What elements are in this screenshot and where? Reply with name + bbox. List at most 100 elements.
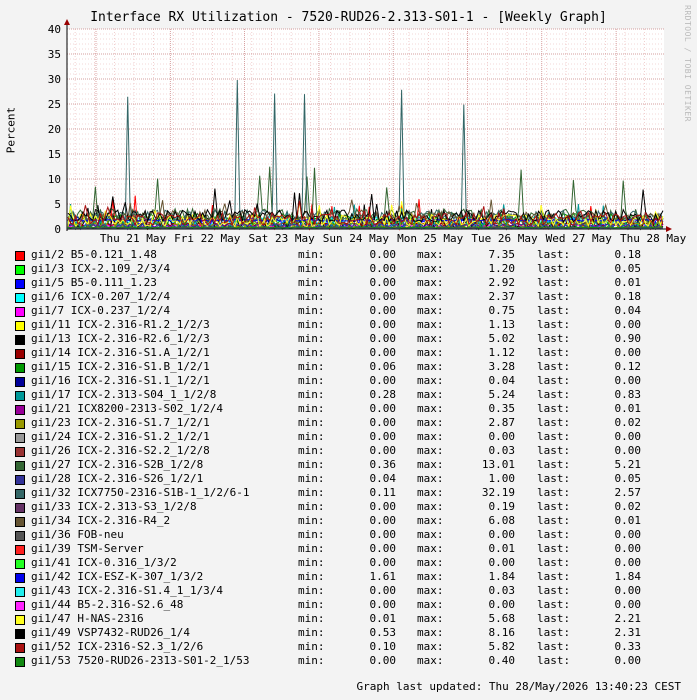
- legend-swatch: [15, 629, 25, 639]
- legend-series-name: gi1/15 ICX-2.316-S1.B_1/2/1: [31, 360, 210, 373]
- legend-row: gi1/53 7520-RUD26-2313-S01-2_1/53 min: 0.0…: [0, 654, 697, 668]
- legend-min-label: min:: [298, 416, 325, 429]
- legend-series-name: gi1/23 ICX-2.316-S1.7_1/2/1: [31, 416, 210, 429]
- legend-max-label: max:: [417, 514, 444, 527]
- legend-swatch: [15, 573, 25, 583]
- legend-min-value: 0.10: [369, 640, 397, 653]
- legend-series-name: gi1/6 ICX-0.207_1/2/4: [31, 290, 171, 303]
- legend-min-label: min:: [298, 346, 325, 359]
- legend-last-value: 0.01: [614, 276, 642, 289]
- legend-series-name: gi1/14 ICX-2.316-S1.A_1/2/1: [31, 346, 210, 359]
- legend-min-value: 0.00: [369, 584, 397, 597]
- legend-series-name: gi1/16 ICX-2.316-S1.1_1/2/1: [31, 374, 210, 387]
- legend-row: gi1/5 B5-0.111_1.23 min: 0.00 max: 2.92 last:…: [0, 276, 697, 290]
- legend-max-label: max:: [417, 612, 444, 625]
- legend-last-label: last:: [537, 332, 571, 345]
- legend-swatch: [15, 279, 25, 289]
- legend-min-label: min:: [298, 262, 325, 275]
- legend-min-label: min:: [298, 332, 325, 345]
- legend-min-label: min:: [298, 360, 325, 373]
- legend-swatch: [15, 657, 25, 667]
- legend-last-value: 0.01: [614, 402, 642, 415]
- legend-max-value: 8.16: [488, 626, 516, 639]
- rrdtool-watermark-box: RRDTOOL / TOBI OETIKER: [678, 5, 692, 125]
- legend-min-label: min:: [298, 528, 325, 541]
- legend-row: gi1/2 B5-0.121_1.48 min: 0.00 max: 7.35 last:…: [0, 248, 697, 262]
- x-tick-label: Tue 26 May: [471, 232, 538, 245]
- y-tick-label: 10: [48, 173, 61, 186]
- legend-swatch: [15, 559, 25, 569]
- legend-last-label: last:: [537, 598, 571, 611]
- legend-swatch: [15, 307, 25, 317]
- legend-last-label: last:: [537, 514, 571, 527]
- legend-last-label: last:: [537, 584, 571, 597]
- legend-swatch: [15, 531, 25, 541]
- legend-last-value: 0.00: [614, 654, 642, 667]
- legend-min-value: 0.00: [369, 304, 397, 317]
- legend-series-name: gi1/21 ICX8200-2313-S02_1/2/4: [31, 402, 224, 415]
- legend-swatch: [15, 335, 25, 345]
- legend-min-value: 0.00: [369, 514, 397, 527]
- legend-max-label: max:: [417, 262, 444, 275]
- legend-series-name: gi1/43 ICX-2.316-S1.4_1_1/3/4: [31, 584, 224, 597]
- legend-min-value: 0.53: [369, 626, 397, 639]
- legend-max-label: max:: [417, 318, 444, 331]
- legend-min-label: min:: [298, 626, 325, 639]
- legend-min-label: min:: [298, 612, 325, 625]
- legend-series-name: gi1/24 ICX-2.316-S1.2_1/2/1: [31, 430, 210, 443]
- legend-min-value: 0.00: [369, 654, 397, 667]
- legend-row: gi1/23 ICX-2.316-S1.7_1/2/1 min: 0.00 max: 2…: [0, 416, 697, 430]
- legend-last-label: last:: [537, 374, 571, 387]
- legend-series-name: gi1/2 B5-0.121_1.48: [31, 248, 157, 261]
- y-tick-label: 35: [48, 48, 61, 61]
- x-tick-label: Thu 28 May: [620, 232, 687, 245]
- legend-min-label: min:: [298, 500, 325, 513]
- legend-row: gi1/42 ICX-ESZ-K-307_1/3/2 min: 1.61 max: 1.…: [0, 570, 697, 584]
- legend-max-label: max:: [417, 360, 444, 373]
- legend-row: gi1/13 ICX-2.316-R2.6_1/2/3 min: 0.00 max: 5…: [0, 332, 697, 346]
- rrdtool-watermark: RRDTOOL / TOBI OETIKER: [683, 5, 692, 122]
- legend-row: gi1/43 ICX-2.316-S1.4_1_1/3/4 min: 0.00 max…: [0, 584, 697, 598]
- legend-max-label: max:: [417, 626, 444, 639]
- legend-last-label: last:: [537, 458, 571, 471]
- legend-min-value: 0.00: [369, 248, 397, 261]
- legend-max-label: max:: [417, 304, 444, 317]
- legend-min-label: min:: [298, 542, 325, 555]
- legend-series-name: gi1/3 ICX-2.109_2/3/4: [31, 262, 171, 275]
- legend-last-value: 0.02: [614, 416, 642, 429]
- legend-max-value: 0.35: [488, 402, 516, 415]
- legend-row: gi1/14 ICX-2.316-S1.A_1/2/1 min: 0.00 max: 1…: [0, 346, 697, 360]
- legend-row: gi1/16 ICX-2.316-S1.1_1/2/1 min: 0.00 max: 0…: [0, 374, 697, 388]
- legend-max-value: 0.00: [488, 528, 516, 541]
- legend-last-value: 0.01: [614, 514, 642, 527]
- legend-last-value: 1.84: [614, 570, 642, 583]
- legend-min-value: 0.36: [369, 458, 397, 471]
- x-tick-label: Sat 23 May: [248, 232, 315, 245]
- legend-last-label: last:: [537, 248, 571, 261]
- legend-row: gi1/6 ICX-0.207_1/2/4 min: 0.00 max: 2.37 las…: [0, 290, 697, 304]
- legend-last-label: last:: [537, 542, 571, 555]
- legend-series-name: gi1/26 ICX-2.316-S2.2_1/2/8: [31, 444, 210, 457]
- legend-series-name: gi1/5 B5-0.111_1.23: [31, 276, 157, 289]
- y-tick-label: 0: [54, 223, 61, 236]
- legend-last-value: 2.21: [614, 612, 642, 625]
- legend-row: gi1/7 ICX-0.237_1/2/4 min: 0.00 max: 0.75 las…: [0, 304, 697, 318]
- legend-row: gi1/52 ICX-2316-S2.3_1/2/6 min: 0.10 max: 5.…: [0, 640, 697, 654]
- legend-series-name: gi1/34 ICX-2.316-R4_2: [31, 514, 171, 527]
- legend-last-label: last:: [537, 472, 571, 485]
- legend-min-label: min:: [298, 388, 325, 401]
- legend-last-label: last:: [537, 318, 571, 331]
- legend-max-value: 0.75: [488, 304, 516, 317]
- legend-row: gi1/36 FOB-neu min: 0.00 max: 0.00 last: 0.00: [0, 528, 697, 542]
- legend-max-label: max:: [417, 276, 444, 289]
- legend-max-value: 0.00: [488, 430, 516, 443]
- legend-last-value: 0.02: [614, 500, 642, 513]
- legend-series-name: gi1/53 7520-RUD26-2313-S01-2_1/53: [31, 654, 250, 667]
- x-tick-label: Fri 22 May: [174, 232, 241, 245]
- legend-max-label: max:: [417, 374, 444, 387]
- legend-min-label: min:: [298, 276, 325, 289]
- legend-row: gi1/26 ICX-2.316-S2.2_1/2/8 min: 0.00 max: 0…: [0, 444, 697, 458]
- legend-series-name: gi1/52 ICX-2316-S2.3_1/2/6: [31, 640, 204, 653]
- legend-last-label: last:: [537, 626, 571, 639]
- legend-min-value: 0.00: [369, 318, 397, 331]
